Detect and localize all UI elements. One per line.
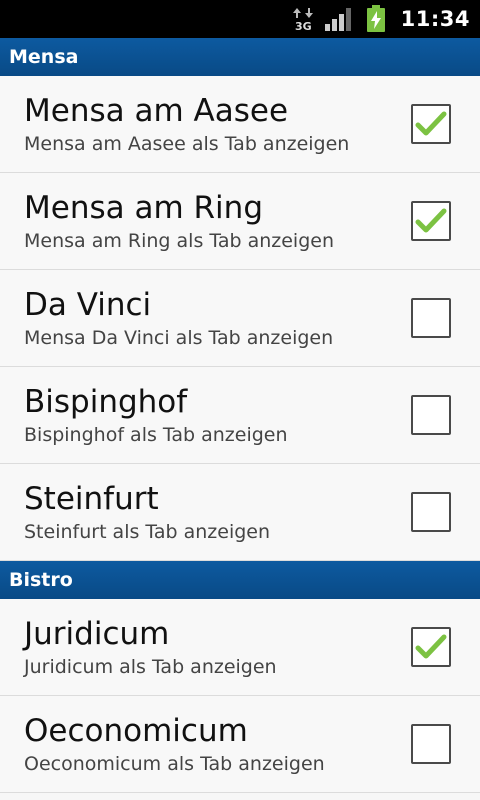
clock: 11:34 (400, 7, 470, 31)
svg-text:3G: 3G (295, 20, 312, 32)
section-mensa: Mensa Mensa am Aasee Mensa am Aasee als … (0, 38, 480, 561)
section-bistro: Bistro Juridicum Juridicum als Tab anzei… (0, 561, 480, 793)
network-3g-icon: 3G (289, 6, 319, 32)
pref-row-mensa-am-aasee[interactable]: Mensa am Aasee Mensa am Aasee als Tab an… (0, 76, 480, 173)
checkbox-da-vinci[interactable] (411, 298, 451, 338)
section-header-bistro: Bistro (0, 561, 480, 599)
pref-title: Oeconomicum (24, 712, 248, 749)
pref-summary: Mensa am Ring als Tab anzeigen (24, 229, 335, 252)
pref-summary: Mensa Da Vinci als Tab anzeigen (24, 326, 334, 349)
pref-title: Da Vinci (24, 286, 152, 323)
pref-summary: Mensa am Aasee als Tab anzeigen (24, 132, 350, 155)
pref-row-bispinghof[interactable]: Bispinghof Bispinghof als Tab anzeigen (0, 367, 480, 464)
status-bar: 3G 11:34 (0, 0, 480, 38)
pref-title: Bispinghof (24, 383, 188, 420)
checkbox-steinfurt[interactable] (411, 492, 451, 532)
checkbox-bispinghof[interactable] (411, 395, 451, 435)
pref-summary: Steinfurt als Tab anzeigen (24, 520, 271, 543)
pref-title: Mensa am Ring (24, 189, 263, 226)
checkmark-icon (415, 208, 447, 233)
section-header-mensa: Mensa (0, 38, 480, 76)
signal-strength-icon (323, 6, 357, 32)
pref-title: Juridicum (24, 615, 170, 652)
pref-row-juridicum[interactable]: Juridicum Juridicum als Tab anzeigen (0, 599, 480, 696)
checkbox-mensa-am-ring[interactable] (411, 201, 451, 241)
pref-row-da-vinci[interactable]: Da Vinci Mensa Da Vinci als Tab anzeigen (0, 270, 480, 367)
pref-row-mensa-am-ring[interactable]: Mensa am Ring Mensa am Ring als Tab anze… (0, 173, 480, 270)
pref-summary: Juridicum als Tab anzeigen (24, 655, 277, 678)
checkbox-juridicum[interactable] (411, 627, 451, 667)
pref-summary: Bispinghof als Tab anzeigen (24, 423, 288, 446)
pref-summary: Oeconomicum als Tab anzeigen (24, 752, 325, 775)
pref-row-oeconomicum[interactable]: Oeconomicum Oeconomicum als Tab anzeigen (0, 696, 480, 793)
pref-title: Mensa am Aasee (24, 92, 289, 129)
checkbox-mensa-am-aasee[interactable] (411, 104, 451, 144)
battery-charging-icon (361, 5, 391, 33)
checkbox-oeconomicum[interactable] (411, 724, 451, 764)
checkmark-icon (415, 111, 447, 136)
pref-row-steinfurt[interactable]: Steinfurt Steinfurt als Tab anzeigen (0, 464, 480, 561)
pref-title: Steinfurt (24, 480, 159, 517)
checkmark-icon (415, 634, 447, 659)
